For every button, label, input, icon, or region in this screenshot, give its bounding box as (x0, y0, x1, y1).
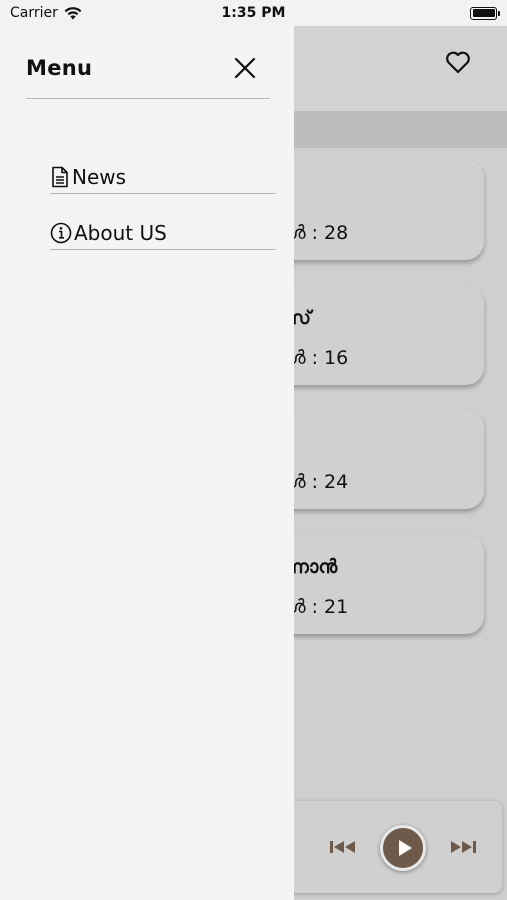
side-drawer: Menu News About US (0, 26, 294, 900)
heart-icon[interactable] (445, 50, 471, 74)
menu-item-label: News (72, 164, 127, 189)
previous-track-icon[interactable] (328, 837, 358, 857)
status-left: Carrier (10, 5, 82, 21)
next-track-icon[interactable] (448, 837, 478, 857)
menu-item-about-us[interactable]: About US (50, 216, 276, 250)
play-icon (399, 840, 412, 856)
status-bar: Carrier 1:35 PM (0, 0, 507, 26)
carrier-label: Carrier (10, 5, 58, 21)
close-icon[interactable] (233, 56, 257, 80)
document-icon (52, 166, 68, 187)
play-button[interactable] (380, 825, 426, 871)
drawer-title: Menu (26, 56, 93, 80)
wifi-icon (64, 6, 82, 19)
battery-icon (470, 6, 500, 20)
menu-item-label: About US (74, 220, 167, 245)
drawer-divider (26, 98, 270, 99)
menu-item-news[interactable]: News (50, 160, 276, 194)
info-icon (50, 222, 72, 243)
audio-player (280, 801, 502, 893)
